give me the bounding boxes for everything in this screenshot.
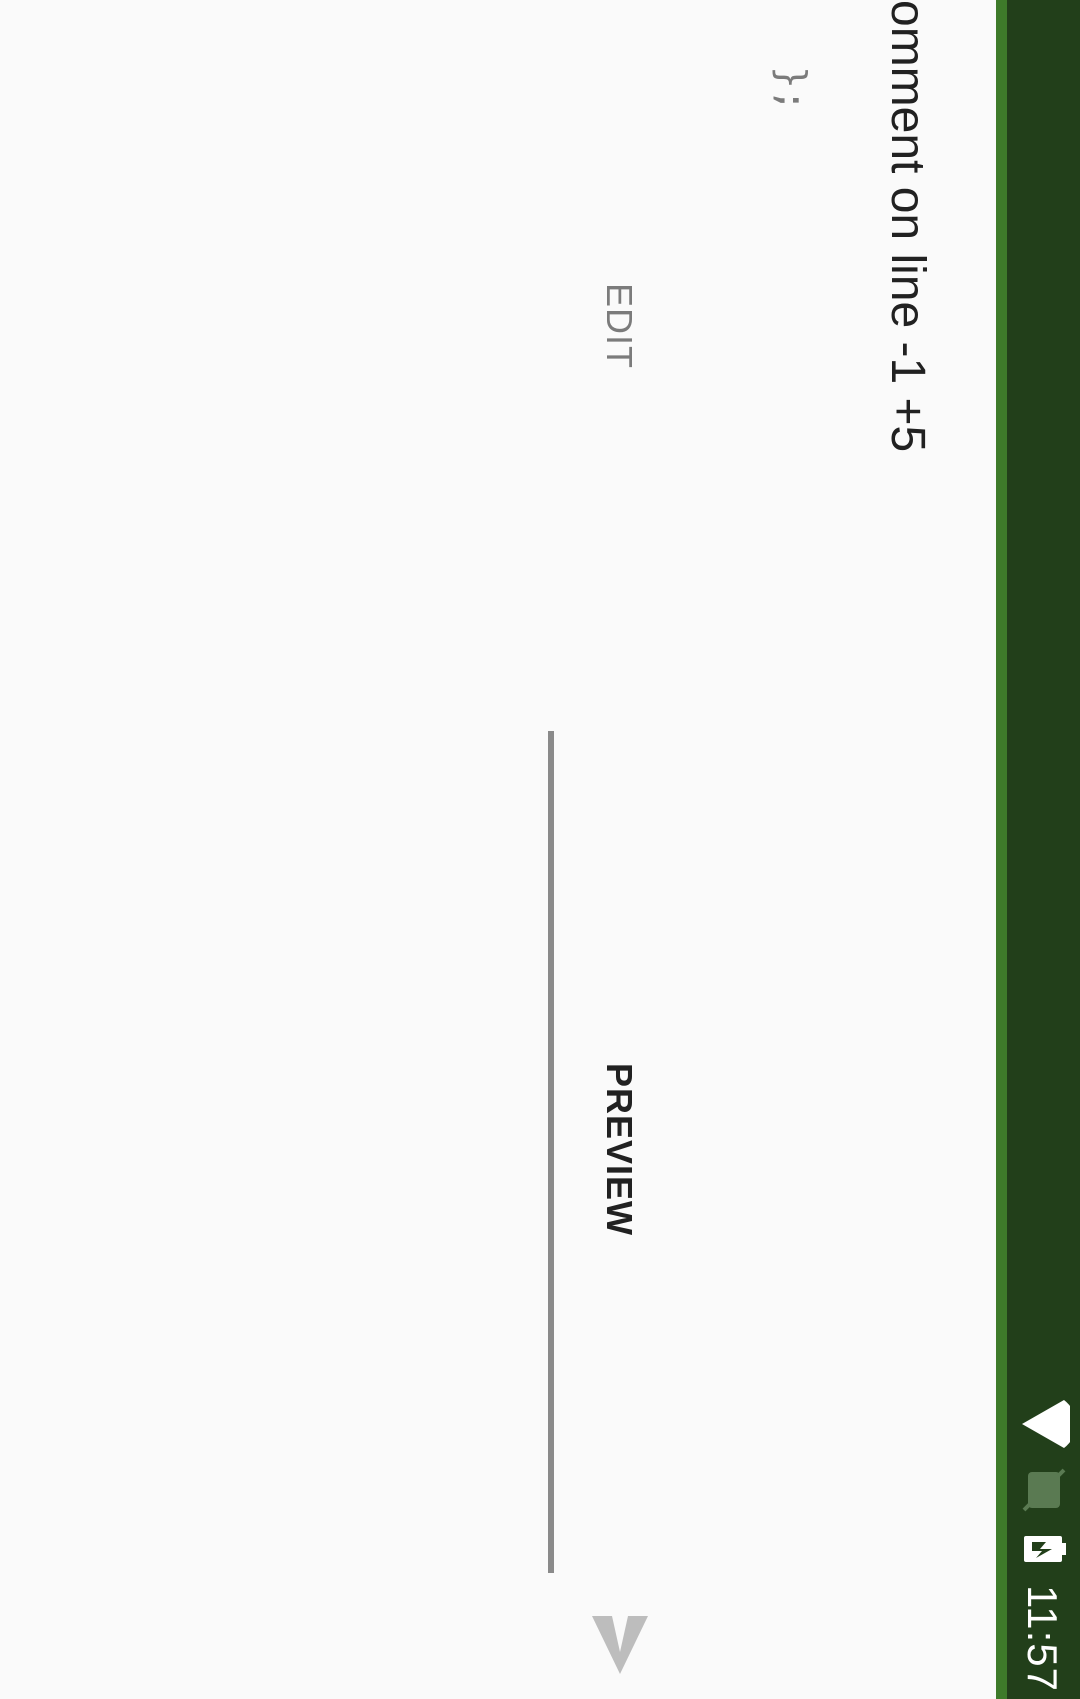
page-title: omment on line -1 +5 bbox=[881, 0, 934, 453]
tab-edit[interactable]: EDIT bbox=[598, 283, 640, 369]
tab-preview[interactable]: PREVIEW bbox=[598, 1063, 640, 1236]
battery-charging-icon bbox=[1024, 1536, 1066, 1562]
send-icon[interactable] bbox=[592, 1612, 648, 1678]
tab-indicator bbox=[548, 731, 554, 1573]
no-sim-icon bbox=[1022, 1468, 1066, 1512]
screen: 11:57 omment on line -1 +5 }; EDIT PREVI… bbox=[0, 0, 1080, 1699]
status-clock: 11:57 bbox=[1019, 1585, 1066, 1692]
wifi-icon bbox=[1022, 1400, 1070, 1448]
code-snippet: }; bbox=[770, 66, 814, 112]
app-bar-edge bbox=[996, 0, 1007, 1699]
